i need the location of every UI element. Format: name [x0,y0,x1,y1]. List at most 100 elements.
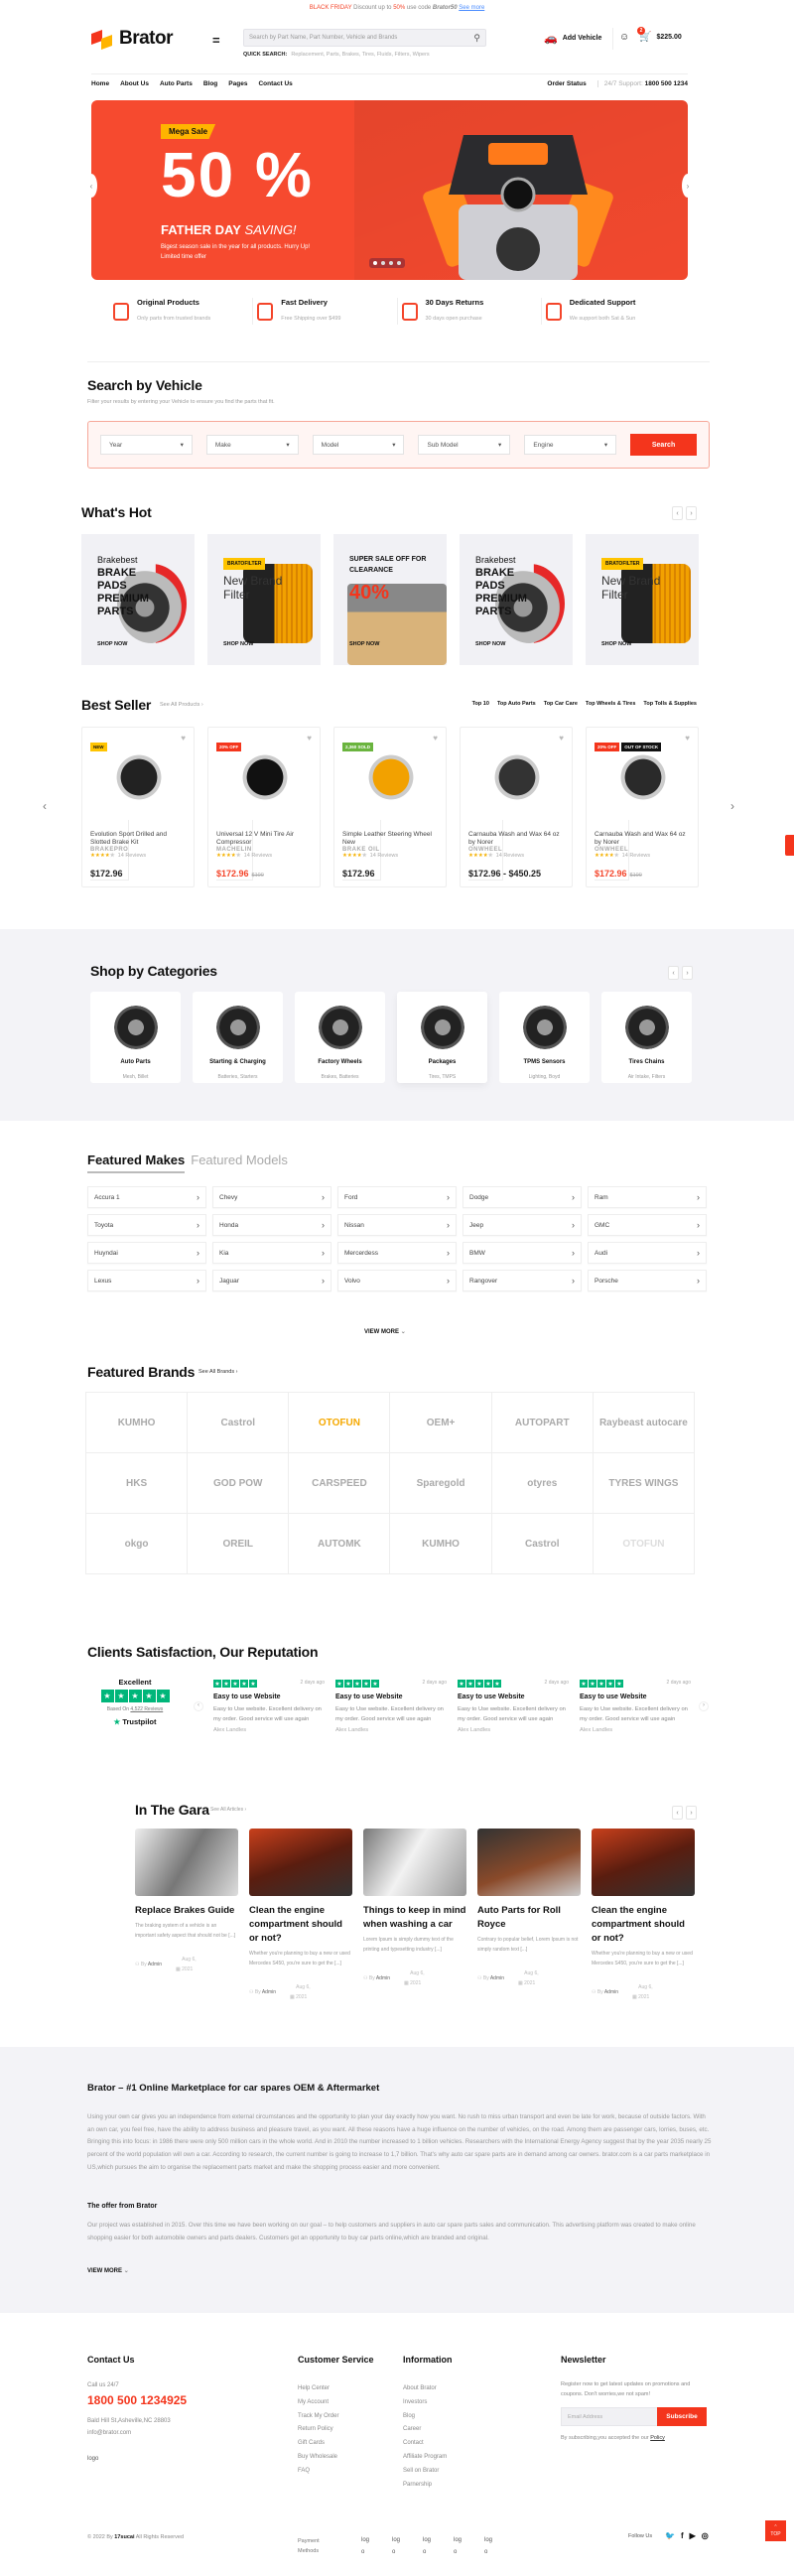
reviews-link[interactable]: 4,522 Reviews [130,1706,163,1712]
footer-link[interactable]: Blog [403,2410,447,2424]
make-item[interactable]: Dodge › [463,1186,582,1208]
brand-logo[interactable]: Castrol [491,1514,594,1574]
vehicle-search-button[interactable]: Search [630,434,697,456]
tab-featured-models[interactable]: Featured Models [191,1152,288,1173]
make-item[interactable]: Accura 1 › [87,1186,206,1208]
make-item[interactable]: Rangover › [463,1270,582,1291]
author-name[interactable]: Admin [148,1962,162,1967]
make-item[interactable]: Porsche › [588,1270,707,1291]
product-card[interactable]: NEW ♥ BRAKEPRO Evolution Sport Drilled and … [81,727,195,887]
article-title[interactable]: Clean the engine compartment should or n… [249,1904,352,1946]
brand-logo[interactable]: AUTOPART [491,1393,594,1453]
nav-item-contact-us[interactable]: Contact Us [258,80,292,87]
footer-link[interactable]: My Account [298,2396,338,2410]
search-icon[interactable]: ⚲ [473,33,480,44]
shop-now-link[interactable]: SHOP NOW [223,641,253,647]
youtube-icon[interactable]: ▶ [690,2531,696,2540]
select-sub-model[interactable]: Sub Model ▾ [418,435,511,455]
category-card[interactable]: Starting & Charging Batteries, Starters [193,992,283,1083]
copyright-brand[interactable]: 17sucai [114,2534,134,2540]
slider-dot[interactable] [397,261,401,265]
brand-logo[interactable]: CARSPEED [289,1453,391,1514]
article-image[interactable] [477,1829,581,1896]
product-card[interactable]: 20% OFF ♥ MACHELIN Universal 12 V Mini Tire… [207,727,321,887]
product-name[interactable]: Evolution Sport Drilled and Slotted Brak… [90,831,186,847]
category-card[interactable]: Auto Parts Mesh, Billet [90,992,181,1083]
account-icon[interactable]: ☺ [619,32,629,43]
shop-now-link[interactable]: SHOP NOW [349,641,379,647]
promo-card[interactable]: Brakebest BRAKE PADS PREMIUM PARTS SHOP NO… [460,534,573,665]
brand-logo[interactable]: OTOFUN [289,1393,391,1453]
product-card[interactable]: 2,360 SOLD ♥ BRAKE OIL Simple Leather Steer… [333,727,447,887]
make-item[interactable]: Volvo › [337,1270,457,1291]
next-arrow[interactable]: › [686,1806,697,1820]
menu-icon[interactable]: = [212,33,220,48]
footer-link[interactable]: FAQ [298,2465,338,2479]
scroll-top-tab[interactable] [785,835,794,856]
see-all-articles-link[interactable]: See All Articles › [210,1807,246,1813]
add-vehicle-button[interactable]: 🚗 Add Vehicle [544,32,601,45]
nav-item-auto-parts[interactable]: Auto Parts [160,80,193,87]
footer-link[interactable]: Investors [403,2396,447,2410]
products-next-arrow[interactable]: › [730,799,734,813]
slider-dot[interactable] [389,261,393,265]
author-name[interactable]: Admin [262,1989,276,1995]
logo[interactable]: Brator [91,28,174,51]
footer-link[interactable]: Career [403,2423,447,2437]
brand-logo[interactable]: Castrol [188,1393,290,1453]
article-title[interactable]: Clean the engine compartment should or n… [592,1904,695,1946]
prev-arrow[interactable]: ‹ [672,1806,683,1820]
quick-search-items[interactable]: Replacement, Parts, Brakes, Tires, Fluid… [291,52,429,58]
article-image[interactable] [363,1829,466,1896]
make-item[interactable]: Jaguar › [212,1270,331,1291]
product-image[interactable] [238,747,292,807]
product-image[interactable] [616,747,670,807]
footer-link[interactable]: Affiliate Program [403,2451,447,2465]
footer-phone[interactable]: 1800 500 1234925 [87,2393,187,2407]
slider-dot[interactable] [381,261,385,265]
brand-logo[interactable]: Raybeast autocare [593,1393,695,1453]
reviews-prev-arrow[interactable]: ‹ [194,1701,203,1711]
hero-banner[interactable]: Mega Sale 50 % FATHER DAY SAVING! Bigest… [91,100,688,280]
footer-link[interactable]: Parnership [403,2479,447,2493]
twitter-icon[interactable]: 🐦 [665,2531,675,2540]
article-card[interactable]: Auto Parts for Roll Royce Contrary to pop… [477,1829,581,2002]
subscribe-button[interactable]: Subscribe [657,2407,707,2426]
see-more-link[interactable]: See more [459,5,484,11]
brand-logo[interactable]: okgo [86,1514,189,1574]
brand-logo[interactable]: HKS [86,1453,189,1514]
see-all-products-link[interactable]: See All Products › [160,702,203,708]
footer-link[interactable]: Return Policy [298,2423,338,2437]
product-name[interactable]: Universal 12 V Mini Tire Air Compressor [216,831,312,847]
product-name[interactable]: Carnauba Wash and Wax 64 oz by Norer [595,831,690,847]
product-image[interactable] [364,747,418,807]
select-year[interactable]: Year ▾ [100,435,193,455]
brand-logo[interactable]: otyres [491,1453,594,1514]
reviews-next-arrow[interactable]: › [699,1701,709,1711]
support-phone[interactable]: 1800 500 1234 [645,80,688,87]
next-arrow[interactable]: › [686,506,697,520]
article-image[interactable] [249,1829,352,1896]
article-image[interactable] [135,1829,238,1896]
brand-logo[interactable]: TYRES WINGS [593,1453,695,1514]
article-title[interactable]: Replace Brakes Guide [135,1904,238,1918]
author-name[interactable]: Admin [490,1975,504,1981]
tab-top-auto-parts[interactable]: Top Auto Parts [497,701,536,707]
policy-link[interactable]: Policy [650,2435,665,2441]
brand-logo[interactable]: KUMHO [86,1393,189,1453]
make-item[interactable]: Kia › [212,1242,331,1264]
slider-dot[interactable] [373,261,377,265]
make-item[interactable]: BMW › [463,1242,582,1264]
select-engine[interactable]: Engine ▾ [524,435,617,455]
make-item[interactable]: Huyndai › [87,1242,206,1264]
view-more-about-button[interactable]: VIEW MORE ⌄ [87,2267,129,2274]
hero-prev-arrow[interactable]: ‹ [85,174,97,198]
nav-item-about-us[interactable]: About Us [120,80,149,87]
promo-card[interactable]: SUPER SALE OFF FOR CLEARANCE 40% SHOP NOW [333,534,447,665]
make-item[interactable]: Mercerdess › [337,1242,457,1264]
slider-dots[interactable] [369,258,405,268]
make-item[interactable]: Jeep › [463,1214,582,1236]
make-item[interactable]: GMC › [588,1214,707,1236]
promo-card[interactable]: Brakebest BRAKE PADS PREMIUM PARTS SHOP NO… [81,534,195,665]
instagram-icon[interactable]: ◎ [702,2531,709,2540]
